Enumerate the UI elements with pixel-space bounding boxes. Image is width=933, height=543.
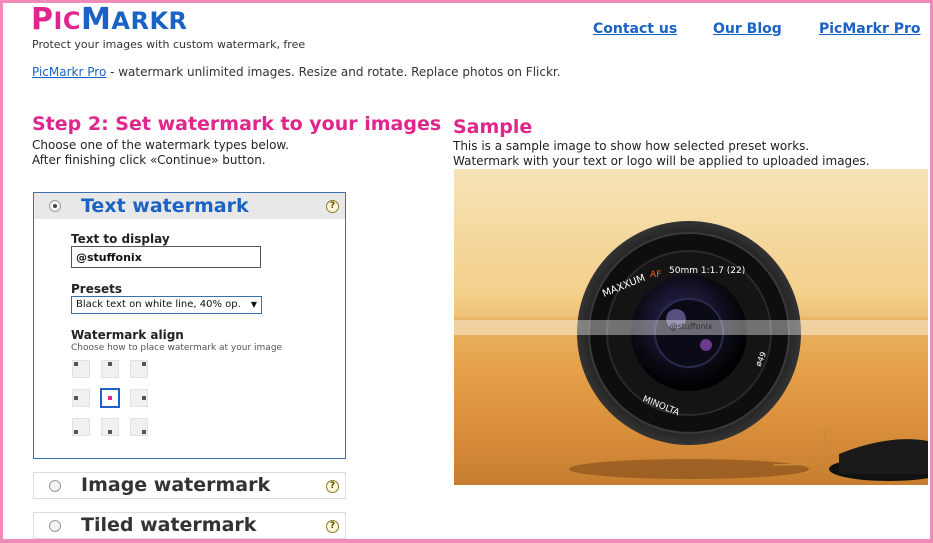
lens-text-focal: 50mm 1:1.7 (22) — [669, 266, 745, 276]
text-watermark-help-icon[interactable]: ? — [326, 200, 339, 213]
logo-letter-p: P — [31, 2, 54, 37]
promo-line: PicMarkr Pro - watermark unlimited image… — [32, 65, 561, 79]
nav-contact-us[interactable]: Contact us — [593, 21, 677, 37]
logo-letters-ic: IC — [53, 7, 82, 35]
step-title: Step 2: Set watermark to your images — [32, 113, 442, 135]
sample-line-2: Watermark with your text or logo will be… — [453, 154, 870, 168]
select-arrow-icon: ▼ — [250, 300, 257, 309]
align-bottom-left[interactable] — [72, 418, 90, 436]
presets-selected-value: Black text on white line, 40% op. — [76, 299, 241, 310]
logo-letter-m: M — [81, 2, 112, 37]
align-top-right[interactable] — [130, 360, 148, 378]
align-bottom-right[interactable] — [130, 418, 148, 436]
nav-picmarkr-pro[interactable]: PicMarkr Pro — [819, 21, 921, 37]
image-watermark-radio-icon[interactable] — [49, 480, 61, 492]
tagline: Protect your images with custom watermar… — [32, 38, 306, 51]
sample-description: This is a sample image to show how selec… — [453, 139, 870, 169]
align-middle-center[interactable] — [100, 388, 120, 408]
promo-text: - watermark unlimited images. Resize and… — [106, 65, 561, 79]
image-watermark-help-icon[interactable]: ? — [326, 480, 339, 493]
image-watermark-title: Image watermark — [81, 474, 271, 496]
align-middle-left[interactable] — [72, 389, 90, 407]
logo[interactable]: PICMARKR — [31, 5, 188, 35]
text-watermark-header[interactable]: Text watermark ? — [34, 193, 345, 219]
tiled-watermark-title: Tiled watermark — [81, 514, 257, 536]
sample-title: Sample — [453, 116, 533, 138]
sample-watermark-text: @stuffonix — [669, 322, 713, 331]
presets-select[interactable]: Black text on white line, 40% op. ▼ — [71, 296, 262, 314]
nav-our-blog[interactable]: Our Blog — [713, 21, 782, 37]
text-to-display-label: Text to display — [71, 232, 170, 246]
step-line-1: Choose one of the watermark types below. — [32, 138, 289, 152]
tiled-watermark-option[interactable]: Tiled watermark ? — [33, 512, 346, 539]
logo-letters-arkr: ARKR — [111, 7, 188, 35]
lens-text-af: AF — [650, 270, 661, 280]
step-description: Choose one of the watermark types below.… — [32, 138, 289, 168]
align-top-center[interactable] — [101, 360, 119, 378]
text-watermark-radio-icon[interactable] — [49, 200, 61, 212]
tiled-watermark-radio-icon[interactable] — [49, 520, 61, 532]
presets-label: Presets — [71, 282, 123, 296]
sample-line-1: This is a sample image to show how selec… — [453, 139, 810, 153]
watermark-align-label: Watermark align — [71, 328, 184, 342]
text-to-display-input[interactable] — [71, 246, 261, 268]
watermark-align-hint: Choose how to place watermark at your im… — [71, 343, 283, 353]
text-watermark-panel: Text watermark ? Text to display Presets… — [33, 192, 346, 459]
promo-link[interactable]: PicMarkr Pro — [32, 65, 106, 79]
align-middle-right[interactable] — [130, 389, 148, 407]
align-top-left[interactable] — [72, 360, 90, 378]
tiled-watermark-help-icon[interactable]: ? — [326, 520, 339, 533]
image-watermark-option[interactable]: Image watermark ? — [33, 472, 346, 499]
sample-image: MAXXUM AF 50mm 1:1.7 (22) MINOLTA ø49 @s… — [454, 169, 928, 485]
step-line-2: After finishing click «Continue» button. — [32, 153, 266, 167]
text-watermark-title: Text watermark — [81, 195, 249, 217]
align-bottom-center[interactable] — [101, 418, 119, 436]
